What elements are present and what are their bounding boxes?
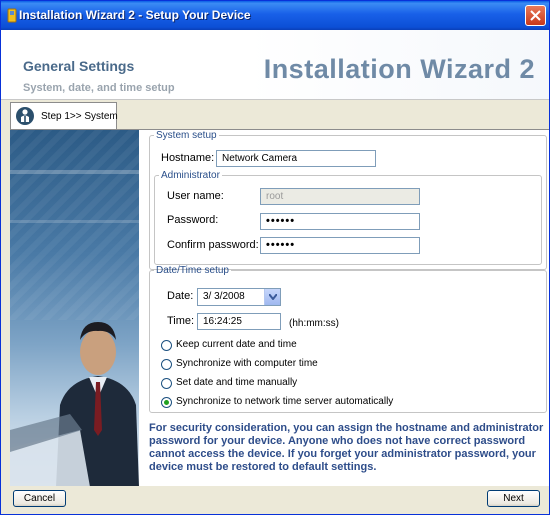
chevron-down-icon [269,294,277,300]
title-bar: Installation Wizard 2 - Setup Your Devic… [1,1,549,30]
window-title: Installation Wizard 2 - Setup Your Devic… [19,8,251,22]
page-subtitle: System, date, and time setup [23,82,175,94]
person-icon [16,107,34,125]
settings-form: System setup Hostname: Network Camera Ad… [143,130,549,487]
radio-button[interactable] [161,378,172,389]
radio-label: Synchronize with computer time [176,358,318,369]
wizard-content: System setup Hostname: Network Camera Ad… [10,129,549,487]
step-tabs: Step 1>> System [1,100,549,129]
username-field: root [260,188,420,205]
username-label: User name: [167,190,224,202]
app-icon [6,8,18,23]
radio-button[interactable] [161,359,172,370]
wizard-header: General Settings System, date, and time … [1,30,549,100]
dropdown-button[interactable] [264,289,280,305]
cancel-button[interactable]: Cancel [13,490,66,507]
date-value: 3/ 3/2008 [203,291,245,302]
password-field[interactable]: •••••• [260,213,420,230]
confirm-password-field[interactable]: •••••• [260,237,420,254]
date-picker[interactable]: 3/ 3/2008 [197,288,281,306]
wizard-window: Installation Wizard 2 - Setup Your Devic… [0,0,550,515]
radio-label: Set date and time manually [176,377,298,388]
side-illustration [10,130,139,487]
tab-step-1-system[interactable]: Step 1>> System [10,102,118,129]
hostname-label: Hostname: [161,152,215,164]
radio-button[interactable] [161,340,172,351]
close-button[interactable] [525,5,546,26]
radio-label: Synchronize to network time server autom… [176,396,394,407]
administrator-legend: Administrator [161,170,220,181]
radio-button-checked[interactable] [161,397,172,408]
time-field[interactable]: 16:24:25 [197,313,281,330]
date-label: Date: [167,290,194,302]
password-label: Password: [167,214,219,226]
system-setup-legend: System setup [156,130,217,141]
confirm-password-label: Confirm password: [167,239,259,251]
close-icon [530,10,541,21]
next-button[interactable]: Next [487,490,540,507]
time-label: Time: [167,315,195,327]
businessman-image [10,170,139,487]
brand-title: Installation Wizard 2 [263,54,535,84]
hostname-field[interactable]: Network Camera [216,150,376,167]
datetime-legend: Date/Time setup [156,265,229,276]
time-format-hint: (hh:mm:ss) [289,318,339,329]
radio-label: Keep current date and time [176,339,297,350]
tab-label: Step 1>> System [41,111,118,122]
security-notice: For security consideration, you can assi… [149,422,544,473]
wizard-footer: Cancel Next [1,486,549,514]
page-title: General Settings [23,58,135,74]
